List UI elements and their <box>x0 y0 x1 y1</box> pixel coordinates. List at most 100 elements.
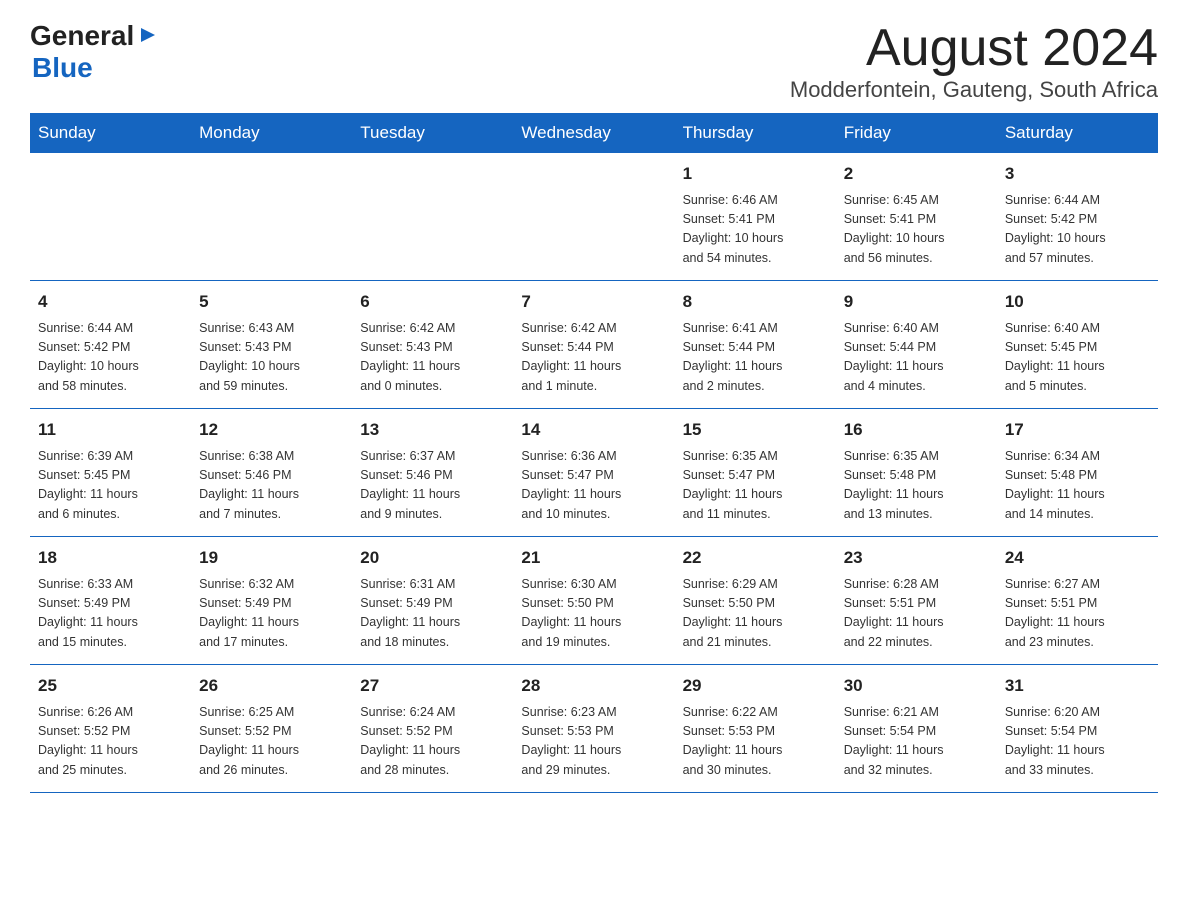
calendar-table: SundayMondayTuesdayWednesdayThursdayFrid… <box>30 113 1158 793</box>
day-info: Sunrise: 6:20 AM Sunset: 5:54 PM Dayligh… <box>1005 703 1150 781</box>
calendar-day-8: 8 Sunrise: 6:41 AM Sunset: 5:44 PM Daylig… <box>675 281 836 409</box>
calendar-day-30: 30Sunrise: 6:21 AM Sunset: 5:54 PM Dayli… <box>836 665 997 793</box>
day-info: Sunrise: 6:28 AM Sunset: 5:51 PM Dayligh… <box>844 575 989 653</box>
calendar-week-row: 1Sunrise: 6:46 AM Sunset: 5:41 PM Daylig… <box>30 153 1158 281</box>
day-number: 8 <box>683 289 828 315</box>
weekday-header-wednesday: Wednesday <box>513 113 674 153</box>
day-number: 20 <box>360 545 505 571</box>
day-info: Sunrise: 6:35 AM Sunset: 5:48 PM Dayligh… <box>844 447 989 525</box>
weekday-header-friday: Friday <box>836 113 997 153</box>
day-number: 27 <box>360 673 505 699</box>
logo-general-text: General <box>30 20 134 52</box>
calendar-day-16: 16 Sunrise: 6:35 AM Sunset: 5:48 PM Dayli… <box>836 409 997 537</box>
day-number: 2 <box>844 161 989 187</box>
day-number: 4 <box>38 289 183 315</box>
day-number: 30 <box>844 673 989 699</box>
day-number: 10 <box>1005 289 1150 315</box>
day-info: Sunrise: 6:42 AM Sunset: 5:43 PM Dayligh… <box>360 319 505 397</box>
location-title: Modderfontein, Gauteng, South Africa <box>790 77 1158 103</box>
day-info: Sunrise: 6:29 AM Sunset: 5:50 PM Dayligh… <box>683 575 828 653</box>
calendar-day-3: 3 Sunrise: 6:44 AM Sunset: 5:42 PM Daylig… <box>997 153 1158 281</box>
day-number: 21 <box>521 545 666 571</box>
day-info: Sunrise: 6:31 AM Sunset: 5:49 PM Dayligh… <box>360 575 505 653</box>
day-number: 16 <box>844 417 989 443</box>
day-number: 1 <box>683 161 828 187</box>
calendar-header-row: SundayMondayTuesdayWednesdayThursdayFrid… <box>30 113 1158 153</box>
day-info: Sunrise: 6:36 AM Sunset: 5:47 PM Dayligh… <box>521 447 666 525</box>
day-number: 24 <box>1005 545 1150 571</box>
calendar-week-row: 18Sunrise: 6:33 AM Sunset: 5:49 PM Dayli… <box>30 537 1158 665</box>
logo: General Blue <box>30 20 157 84</box>
day-number: 25 <box>38 673 183 699</box>
day-info: Sunrise: 6:33 AM Sunset: 5:49 PM Dayligh… <box>38 575 183 653</box>
day-info: Sunrise: 6:32 AM Sunset: 5:49 PM Dayligh… <box>199 575 344 653</box>
calendar-day-15: 15Sunrise: 6:35 AM Sunset: 5:47 PM Dayli… <box>675 409 836 537</box>
calendar-day-9: 9Sunrise: 6:40 AM Sunset: 5:44 PM Daylig… <box>836 281 997 409</box>
calendar-empty-cell <box>352 153 513 281</box>
day-number: 23 <box>844 545 989 571</box>
day-number: 3 <box>1005 161 1150 187</box>
calendar-day-5: 5 Sunrise: 6:43 AM Sunset: 5:43 PM Daylig… <box>191 281 352 409</box>
weekday-header-monday: Monday <box>191 113 352 153</box>
day-info: Sunrise: 6:40 AM Sunset: 5:45 PM Dayligh… <box>1005 319 1150 397</box>
day-number: 7 <box>521 289 666 315</box>
calendar-day-24: 24Sunrise: 6:27 AM Sunset: 5:51 PM Dayli… <box>997 537 1158 665</box>
day-info: Sunrise: 6:22 AM Sunset: 5:53 PM Dayligh… <box>683 703 828 781</box>
calendar-day-23: 23 Sunrise: 6:28 AM Sunset: 5:51 PM Dayli… <box>836 537 997 665</box>
calendar-day-29: 29 Sunrise: 6:22 AM Sunset: 5:53 PM Dayli… <box>675 665 836 793</box>
day-number: 12 <box>199 417 344 443</box>
day-info: Sunrise: 6:30 AM Sunset: 5:50 PM Dayligh… <box>521 575 666 653</box>
day-info: Sunrise: 6:45 AM Sunset: 5:41 PM Dayligh… <box>844 191 989 269</box>
calendar-day-13: 13Sunrise: 6:37 AM Sunset: 5:46 PM Dayli… <box>352 409 513 537</box>
weekday-header-saturday: Saturday <box>997 113 1158 153</box>
day-info: Sunrise: 6:39 AM Sunset: 5:45 PM Dayligh… <box>38 447 183 525</box>
calendar-day-21: 21 Sunrise: 6:30 AM Sunset: 5:50 PM Dayli… <box>513 537 674 665</box>
day-number: 22 <box>683 545 828 571</box>
page-header: General Blue August 2024 Modderfontein, … <box>30 20 1158 103</box>
calendar-day-27: 27 Sunrise: 6:24 AM Sunset: 5:52 PM Dayli… <box>352 665 513 793</box>
weekday-header-tuesday: Tuesday <box>352 113 513 153</box>
calendar-day-19: 19 Sunrise: 6:32 AM Sunset: 5:49 PM Dayli… <box>191 537 352 665</box>
day-number: 6 <box>360 289 505 315</box>
calendar-day-12: 12 Sunrise: 6:38 AM Sunset: 5:46 PM Dayli… <box>191 409 352 537</box>
calendar-day-11: 11Sunrise: 6:39 AM Sunset: 5:45 PM Dayli… <box>30 409 191 537</box>
calendar-day-28: 28 Sunrise: 6:23 AM Sunset: 5:53 PM Dayli… <box>513 665 674 793</box>
day-info: Sunrise: 6:38 AM Sunset: 5:46 PM Dayligh… <box>199 447 344 525</box>
calendar-empty-cell <box>191 153 352 281</box>
month-title: August 2024 <box>790 20 1158 77</box>
calendar-day-2: 2 Sunrise: 6:45 AM Sunset: 5:41 PM Daylig… <box>836 153 997 281</box>
calendar-day-31: 31 Sunrise: 6:20 AM Sunset: 5:54 PM Dayli… <box>997 665 1158 793</box>
day-number: 26 <box>199 673 344 699</box>
calendar-week-row: 11Sunrise: 6:39 AM Sunset: 5:45 PM Dayli… <box>30 409 1158 537</box>
day-number: 5 <box>199 289 344 315</box>
day-number: 28 <box>521 673 666 699</box>
calendar-day-4: 4 Sunrise: 6:44 AM Sunset: 5:42 PM Daylig… <box>30 281 191 409</box>
calendar-week-row: 4 Sunrise: 6:44 AM Sunset: 5:42 PM Daylig… <box>30 281 1158 409</box>
day-info: Sunrise: 6:44 AM Sunset: 5:42 PM Dayligh… <box>1005 191 1150 269</box>
day-number: 29 <box>683 673 828 699</box>
day-info: Sunrise: 6:43 AM Sunset: 5:43 PM Dayligh… <box>199 319 344 397</box>
calendar-day-17: 17 Sunrise: 6:34 AM Sunset: 5:48 PM Dayli… <box>997 409 1158 537</box>
day-info: Sunrise: 6:24 AM Sunset: 5:52 PM Dayligh… <box>360 703 505 781</box>
weekday-header-sunday: Sunday <box>30 113 191 153</box>
day-info: Sunrise: 6:44 AM Sunset: 5:42 PM Dayligh… <box>38 319 183 397</box>
day-number: 19 <box>199 545 344 571</box>
day-info: Sunrise: 6:40 AM Sunset: 5:44 PM Dayligh… <box>844 319 989 397</box>
calendar-day-6: 6 Sunrise: 6:42 AM Sunset: 5:43 PM Daylig… <box>352 281 513 409</box>
day-number: 31 <box>1005 673 1150 699</box>
calendar-day-18: 18Sunrise: 6:33 AM Sunset: 5:49 PM Dayli… <box>30 537 191 665</box>
day-info: Sunrise: 6:23 AM Sunset: 5:53 PM Dayligh… <box>521 703 666 781</box>
day-info: Sunrise: 6:34 AM Sunset: 5:48 PM Dayligh… <box>1005 447 1150 525</box>
day-info: Sunrise: 6:41 AM Sunset: 5:44 PM Dayligh… <box>683 319 828 397</box>
header-right: August 2024 Modderfontein, Gauteng, Sout… <box>790 20 1158 103</box>
calendar-day-20: 20 Sunrise: 6:31 AM Sunset: 5:49 PM Dayli… <box>352 537 513 665</box>
calendar-empty-cell <box>513 153 674 281</box>
calendar-empty-cell <box>30 153 191 281</box>
calendar-day-26: 26 Sunrise: 6:25 AM Sunset: 5:52 PM Dayli… <box>191 665 352 793</box>
calendar-day-14: 14Sunrise: 6:36 AM Sunset: 5:47 PM Dayli… <box>513 409 674 537</box>
day-number: 13 <box>360 417 505 443</box>
day-number: 17 <box>1005 417 1150 443</box>
logo-blue-text: Blue <box>32 52 93 83</box>
logo-arrow-icon <box>139 26 157 49</box>
day-info: Sunrise: 6:25 AM Sunset: 5:52 PM Dayligh… <box>199 703 344 781</box>
